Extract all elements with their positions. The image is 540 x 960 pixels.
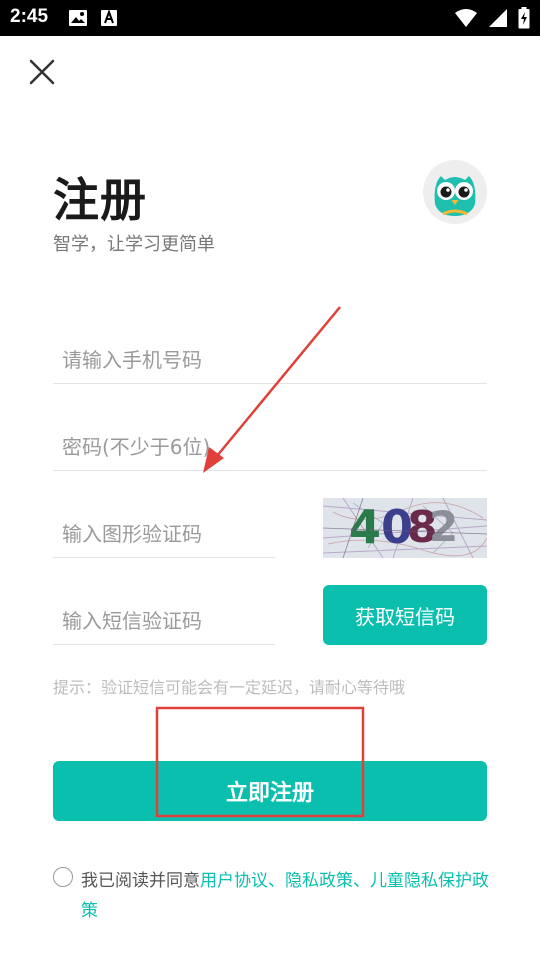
privacy-policy-link[interactable]: 隐私政策 (285, 871, 353, 891)
register-button[interactable]: 立即注册 (53, 761, 487, 821)
agreement-text: 我已阅读并同意用户协议、隐私政策、儿童隐私保护政策 (81, 866, 491, 926)
captcha-char-1: 4 (349, 500, 381, 554)
battery-charging-icon (518, 7, 530, 29)
status-bar: 2:45 (0, 0, 540, 36)
agreement-separator: 、 (268, 871, 285, 891)
user-agreement-link[interactable]: 用户协议 (200, 871, 268, 891)
page-subtitle: 智学，让学习更简单 (53, 234, 215, 255)
agreement-checkbox[interactable] (53, 867, 73, 887)
signal-icon (489, 9, 507, 27)
font-icon (101, 9, 117, 26)
owl-logo-icon (423, 160, 487, 224)
captcha-input[interactable] (53, 510, 275, 557)
image-icon (69, 10, 87, 26)
sms-code-input[interactable] (53, 597, 275, 644)
sms-code-field[interactable] (53, 597, 275, 645)
captcha-field[interactable] (53, 510, 275, 558)
password-field[interactable] (53, 423, 487, 471)
close-icon (29, 59, 55, 85)
captcha-image[interactable]: 4 0 8 2 (323, 498, 487, 558)
status-time: 2:45 (10, 6, 49, 27)
agreement-separator: 、 (353, 871, 370, 891)
password-input[interactable] (53, 423, 487, 470)
get-sms-code-button[interactable]: 获取短信码 (323, 585, 487, 645)
wifi-icon (455, 9, 477, 27)
phone-field[interactable] (53, 336, 487, 384)
captcha-char-4: 2 (429, 502, 458, 551)
sms-delay-hint: 提示：验证短信可能会有一定延迟，请耐心等待哦 (53, 678, 406, 697)
page-title: 注册 (53, 173, 147, 227)
phone-input[interactable] (53, 336, 487, 383)
agreement-prefix: 我已阅读并同意 (81, 871, 200, 891)
close-button[interactable] (24, 54, 60, 90)
